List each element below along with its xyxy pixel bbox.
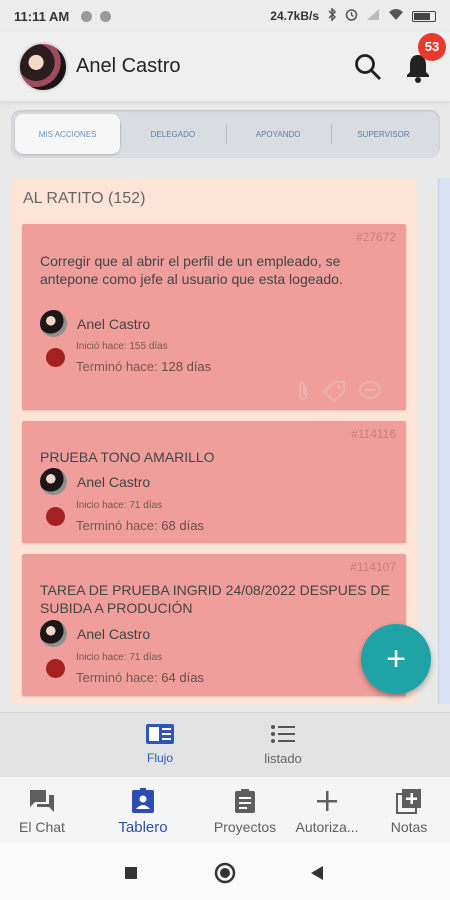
plus-icon xyxy=(316,787,338,815)
view-label: Flujo xyxy=(146,751,173,765)
home-icon[interactable] xyxy=(214,862,236,889)
task-owner: Anel Castro xyxy=(40,468,150,495)
bell-icon[interactable]: 53 xyxy=(404,32,446,83)
task-title: Corregir que al abrir el perfil de un em… xyxy=(40,253,343,287)
owner-avatar xyxy=(40,310,67,337)
task-started: Inicio hace: 71 días xyxy=(76,500,163,511)
view-label: listado xyxy=(264,751,302,766)
tab-mis-acciones[interactable]: MIS ACCIONES xyxy=(15,114,121,154)
user-name: Anel Castro xyxy=(76,55,181,77)
owner-avatar xyxy=(40,620,67,647)
segment-tabs: MIS ACCIONES DELEGADO APOYANDO SUPERVISO… xyxy=(11,110,440,158)
task-owner: Anel Castro xyxy=(40,620,150,647)
task-card[interactable]: #27672 Corregir que al abrir el perfil d… xyxy=(22,224,406,410)
app-bar: Anel Castro 53 xyxy=(0,32,450,102)
task-ended: Terminó hace: 128 días xyxy=(76,359,211,374)
clipboard-icon xyxy=(234,787,256,815)
task-title: TAREA DE PRUEBA INGRID 24/08/2022 DESPUE… xyxy=(40,582,390,616)
task-ended: Terminó hace: 64 días xyxy=(76,670,204,685)
search-icon[interactable] xyxy=(354,53,382,81)
task-card[interactable]: #114116 PRUEBA TONO AMARILLO Anel Castro… xyxy=(22,421,406,543)
status-dot xyxy=(46,659,65,678)
nav-el-chat[interactable]: El Chat xyxy=(0,787,87,835)
notification-badge: 53 xyxy=(418,32,446,61)
owner-name: Anel Castro xyxy=(77,625,151,642)
status-time: 11:11 AM xyxy=(14,8,70,24)
task-started: Inició hace: 155 días xyxy=(76,341,168,352)
owner-name: Anel Castro xyxy=(77,473,151,490)
view-listado[interactable]: listado xyxy=(243,721,323,766)
nav-label: Notas xyxy=(390,819,428,835)
view-flujo[interactable]: Flujo xyxy=(120,721,200,765)
status-bar: 11:11 AM 24.7kB/s xyxy=(0,0,450,32)
back-icon[interactable] xyxy=(310,865,324,886)
nav-proyectos[interactable]: Proyectos xyxy=(200,787,290,835)
nav-notas[interactable]: Notas xyxy=(364,787,450,835)
bottom-nav: El Chat Tablero Proyectos Autoriza... No… xyxy=(0,776,450,842)
task-ended: Terminó hace: 68 días xyxy=(76,518,204,533)
status-dot xyxy=(46,507,65,526)
ended-value: 64 días xyxy=(161,670,204,685)
add-note-icon xyxy=(396,787,422,815)
next-column-edge[interactable] xyxy=(438,178,450,704)
task-id: #114107 xyxy=(350,560,396,574)
ended-value: 68 días xyxy=(161,518,204,533)
ended-prefix: Terminó hace: xyxy=(76,518,158,533)
nav-autoriza[interactable]: Autoriza... xyxy=(282,787,372,835)
avatar[interactable] xyxy=(18,41,68,92)
task-card[interactable]: #114107 TAREA DE PRUEBA INGRID 24/08/202… xyxy=(22,554,406,696)
alarm-icon xyxy=(345,8,358,24)
notification-dot-icon xyxy=(81,10,93,22)
ended-prefix: Terminó hace: xyxy=(76,359,158,374)
ended-value: 128 días xyxy=(161,359,212,374)
task-owner: Anel Castro xyxy=(40,310,150,337)
board-view-icon xyxy=(145,721,175,747)
kanban-column: AL RATITO (152) #27672 Corregir que al a… xyxy=(11,178,417,704)
tab-delegado[interactable]: DELEGADO xyxy=(120,114,225,154)
chat-bubble-icon[interactable] xyxy=(358,380,382,407)
net-speed: 24.7kB/s xyxy=(270,9,319,23)
nav-label: Proyectos xyxy=(213,819,277,835)
nav-tablero[interactable]: Tablero xyxy=(98,787,188,836)
signal-icon xyxy=(366,8,380,24)
tab-supervisor[interactable]: SUPERVISOR xyxy=(330,114,436,154)
badge-icon xyxy=(131,787,155,815)
app-bar-actions: 53 xyxy=(354,32,446,83)
notification-dot-icon xyxy=(100,10,112,22)
tag-icon[interactable] xyxy=(322,380,346,407)
owner-avatar xyxy=(40,468,67,495)
view-switcher: Flujo listado xyxy=(0,712,450,776)
wifi-icon xyxy=(388,8,404,24)
nav-label: Tablero xyxy=(118,819,168,836)
task-id: #114116 xyxy=(351,427,396,441)
card-icons xyxy=(296,380,382,407)
bluetooth-icon xyxy=(327,7,337,24)
task-started: Inicio hace: 71 días xyxy=(76,652,163,663)
battery-icon xyxy=(412,10,436,22)
task-id: #27672 xyxy=(355,230,396,244)
status-right: 24.7kB/s xyxy=(270,7,436,24)
owner-name: Anel Castro xyxy=(77,315,151,332)
add-task-button[interactable]: + xyxy=(361,624,431,694)
nav-label: El Chat xyxy=(19,819,65,835)
column-title: AL RATITO (152) xyxy=(23,190,146,207)
task-title: PRUEBA TONO AMARILLO xyxy=(40,449,215,465)
nav-label: Autoriza... xyxy=(295,819,359,835)
chat-icon xyxy=(28,787,56,815)
system-nav xyxy=(0,842,450,900)
status-dot xyxy=(46,348,65,367)
ended-prefix: Terminó hace: xyxy=(76,670,158,685)
recents-icon[interactable] xyxy=(124,866,138,885)
list-view-icon xyxy=(270,721,296,747)
tab-apoyando[interactable]: APOYANDO xyxy=(225,114,331,154)
paperclip-icon[interactable] xyxy=(296,380,310,407)
